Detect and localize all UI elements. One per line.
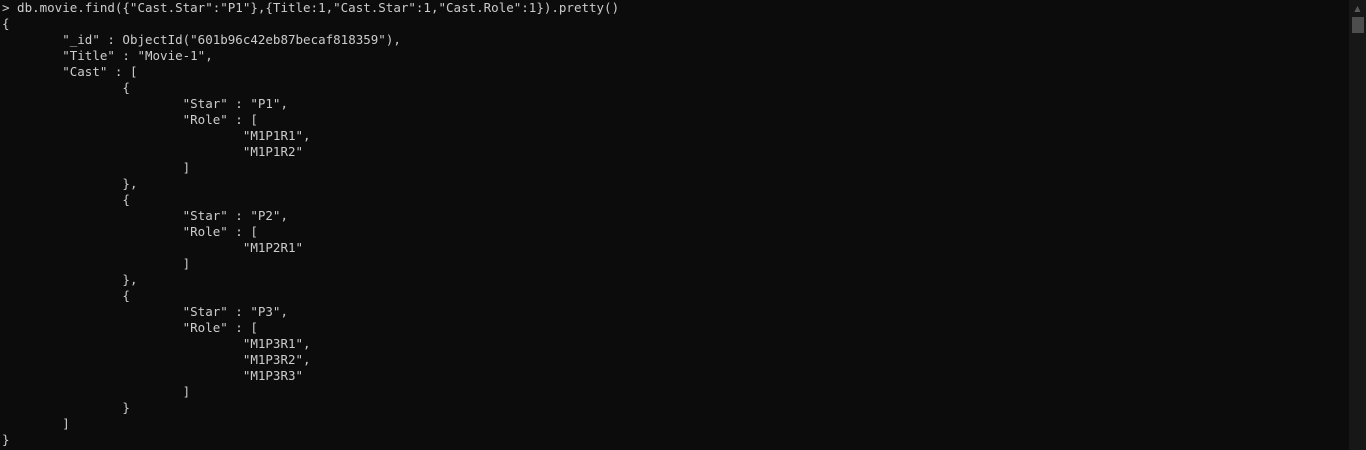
output-line: { [2,16,10,31]
output-line: "M1P1R2" [2,144,304,159]
output-line: { [2,288,130,303]
output-line: "Star" : "P2", [2,208,288,223]
console-output[interactable]: > db.movie.find({"Cast.Star":"P1"},{Titl… [2,0,619,448]
output-line: { [2,80,130,95]
output-line: "Title" : "Movie-1", [2,48,213,63]
output-line: }, [2,272,138,287]
output-line: } [2,432,10,447]
output-line: "_id" : ObjectId("601b96c42eb87becaf8183… [2,32,401,47]
output-line: "M1P3R3" [2,368,304,383]
output-line: "Star" : "P3", [2,304,288,319]
output-line: ] [2,160,191,175]
output-line: "M1P1R1", [2,128,311,143]
terminal-window[interactable]: > db.movie.find({"Cast.Star":"P1"},{Titl… [0,0,1366,450]
output-line: "Role" : [ [2,112,258,127]
output-line: ] [2,416,70,431]
output-line: ] [2,256,191,271]
command-line: > db.movie.find({"Cast.Star":"P1"},{Titl… [2,0,620,15]
output-line: "M1P3R1", [2,336,311,351]
output-line: "Cast" : [ [2,64,138,79]
output-line: } [2,400,130,415]
output-line: "Role" : [ [2,224,258,239]
output-line: ] [2,384,191,399]
output-line: "M1P3R2", [2,352,311,367]
scroll-up-arrow-icon[interactable]: ▲ [1349,0,1366,17]
output-line: "M1P2R1" [2,240,304,255]
scrollbar-thumb[interactable] [1352,17,1364,33]
output-line: }, [2,176,138,191]
output-line: "Role" : [ [2,320,258,335]
vertical-scrollbar[interactable]: ▲ [1349,0,1366,450]
output-line: "Star" : "P1", [2,96,288,111]
output-line: { [2,192,130,207]
